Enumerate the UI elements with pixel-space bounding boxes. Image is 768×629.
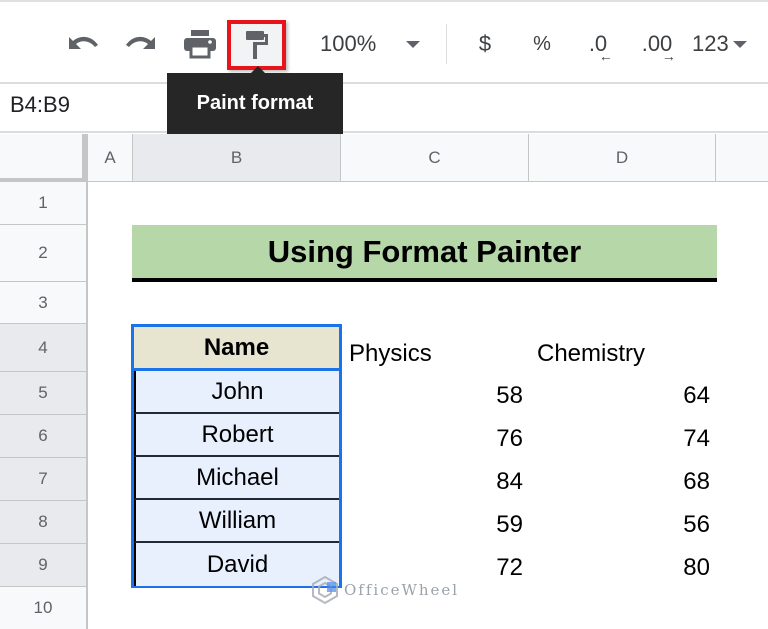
- name-cell[interactable]: David: [134, 543, 339, 586]
- chevron-down-icon: [732, 40, 747, 48]
- name-cell[interactable]: Robert: [134, 414, 339, 457]
- decrease-decimal-icon: .0 ←: [589, 33, 613, 64]
- watermark: OfficeWheel: [310, 572, 460, 608]
- print-icon: [184, 30, 216, 59]
- physics-cell[interactable]: 58: [463, 382, 523, 410]
- currency-format-button[interactable]: $: [472, 22, 498, 66]
- print-button[interactable]: [178, 22, 222, 66]
- chevron-down-icon: [406, 40, 421, 48]
- chemistry-cell[interactable]: 56: [650, 511, 710, 539]
- row-header-5[interactable]: 5: [0, 372, 88, 415]
- column-header-e[interactable]: [716, 134, 768, 182]
- toolbar-divider: [446, 24, 447, 64]
- undo-icon: [69, 36, 98, 49]
- more-formats-label: 123: [692, 31, 729, 56]
- paint-format-tooltip: Paint format: [167, 73, 343, 134]
- column-header-c[interactable]: C: [341, 134, 529, 182]
- header-cell-physics[interactable]: Physics: [349, 340, 432, 368]
- redo-icon: [126, 36, 155, 49]
- physics-cell[interactable]: 76: [463, 425, 523, 453]
- column-header-d[interactable]: D: [529, 134, 716, 182]
- name-cell[interactable]: William: [134, 500, 339, 543]
- row-header-6[interactable]: 6: [0, 415, 88, 458]
- arrow-left-icon: ←: [598, 48, 613, 64]
- increase-decimal-icon: .00 →: [642, 33, 676, 64]
- chemistry-cell[interactable]: 68: [650, 468, 710, 496]
- increase-decimal-button[interactable]: .00 →: [632, 22, 682, 66]
- name-cell[interactable]: John: [134, 371, 339, 414]
- chemistry-cell[interactable]: 64: [650, 382, 710, 410]
- watermark-text: OfficeWheel: [344, 581, 460, 599]
- physics-cell[interactable]: 84: [463, 468, 523, 496]
- zoom-value: 100%: [320, 31, 377, 56]
- paint-format-icon: [245, 31, 268, 59]
- undo-button[interactable]: [62, 22, 102, 66]
- chemistry-cell[interactable]: 74: [650, 425, 710, 453]
- row-header-2[interactable]: 2: [0, 225, 88, 282]
- name-cell[interactable]: Michael: [134, 457, 339, 500]
- select-all-corner[interactable]: [0, 134, 88, 182]
- chemistry-cell[interactable]: 80: [650, 554, 710, 582]
- header-cell-name[interactable]: Name: [134, 327, 339, 371]
- toolbar: 100% $ % .0 ← .00 → 123: [0, 0, 768, 84]
- title-cell[interactable]: Using Format Painter: [132, 225, 717, 282]
- paint-format-button[interactable]: [227, 20, 286, 70]
- percent-format-button[interactable]: %: [528, 22, 556, 66]
- row-header-1[interactable]: 1: [0, 182, 88, 225]
- column-header-a[interactable]: A: [88, 134, 133, 182]
- officewheel-logo-icon: [312, 575, 338, 605]
- more-formats-button[interactable]: 123: [692, 22, 762, 66]
- redo-button[interactable]: [120, 22, 164, 66]
- formula-bar: B4:B9 Name: [0, 84, 768, 133]
- column-header-b[interactable]: B: [133, 134, 341, 182]
- row-header-7[interactable]: 7: [0, 458, 88, 501]
- row-header-8[interactable]: 8: [0, 501, 88, 544]
- row-header-9[interactable]: 9: [0, 544, 88, 587]
- physics-cell[interactable]: 72: [463, 554, 523, 582]
- zoom-select[interactable]: 100%: [320, 22, 435, 66]
- header-cell-chemistry[interactable]: Chemistry: [537, 340, 645, 368]
- row-header-4[interactable]: 4: [0, 324, 88, 372]
- decrease-decimal-button[interactable]: .0 ←: [578, 22, 618, 66]
- physics-cell[interactable]: 59: [463, 511, 523, 539]
- arrow-right-icon: →: [661, 48, 676, 64]
- name-box[interactable]: B4:B9: [10, 92, 70, 118]
- row-header-10[interactable]: 10: [0, 587, 88, 629]
- row-header-3[interactable]: 3: [0, 282, 88, 324]
